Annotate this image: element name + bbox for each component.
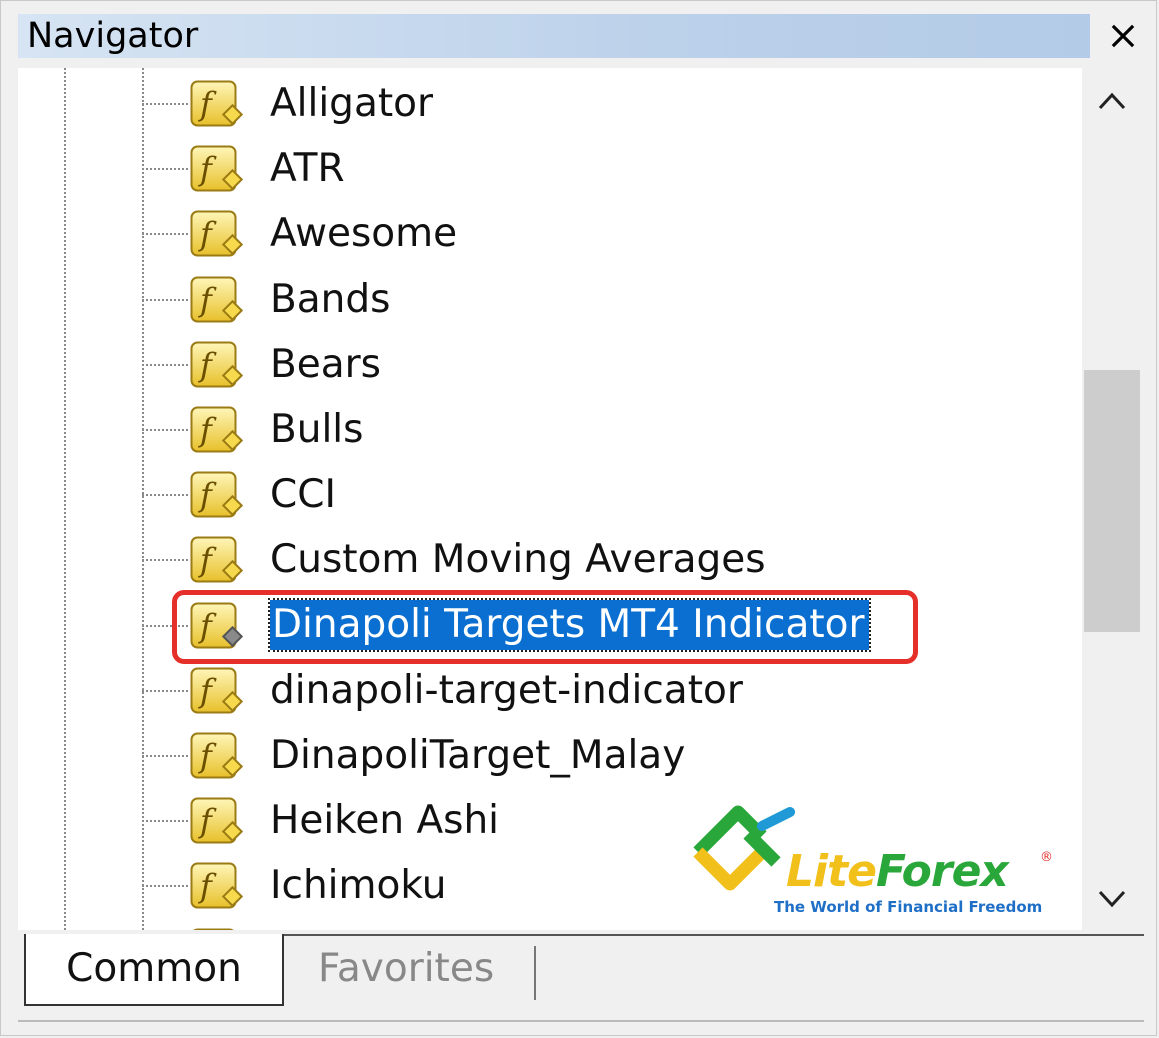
indicator-icon: f [190,145,246,193]
tree-item[interactable]: f CCI [18,462,1082,527]
liteforex-watermark: LiteForex ® The World of Financial Freed… [690,804,1053,916]
tab-common-label: Common [66,946,242,991]
chevron-down-icon [1098,890,1126,908]
tree-item-label: DinapoliTarget_Malay [270,733,686,778]
tree-item-label: Bulls [270,407,364,452]
tree-connector [142,820,188,823]
close-icon [1111,24,1135,48]
tree-connector [142,103,188,105]
custom-indicator-icon: f [190,797,244,844]
scroll-up-button[interactable] [1084,68,1144,138]
annotation-highlight-box [172,590,918,664]
custom-indicator-icon: f [190,536,244,583]
navigator-title-bar[interactable]: Navigator [18,14,1090,58]
tree-item-label: Alligator [270,81,434,126]
scroll-down-button[interactable] [1084,866,1144,930]
tree-connector [142,689,188,692]
tree-item[interactable]: f Awesome [18,201,1082,266]
tree-item-label: Awesome [270,211,458,257]
tree-item-label: Bands [270,276,391,322]
tree-item-label: Heiken Ashi [270,798,500,844]
tree-item[interactable]: f Bulls [18,397,1082,462]
custom-indicator-icon: f [190,406,244,453]
tree-item-label: dinapoli-target-indicator [270,667,743,713]
liteforex-tagline: The World of Financial Freedom [774,898,1043,916]
tree-item[interactable]: f ATR [18,136,1082,201]
tree-item-label: Ichimoku [270,863,447,909]
close-button[interactable] [1100,14,1146,58]
tree-item[interactable]: f Alligator [18,71,1082,136]
scroll-thumb[interactable] [1084,370,1140,632]
indicator-icon: f [190,732,246,780]
navigator-title: Navigator [27,16,199,56]
chevron-up-icon [1098,92,1126,110]
vertical-scrollbar[interactable] [1084,68,1144,930]
tab-separator [534,946,536,1000]
custom-indicator-icon: f [190,862,244,909]
indicator-icon: f [190,210,246,258]
tree-item[interactable]: f Bands [18,267,1082,332]
tree-connector [142,298,188,301]
tree-connector [142,429,188,431]
tree-item-label: Bears [270,341,382,387]
custom-indicator-icon: f [190,210,244,257]
indicator-icon: f [190,80,246,128]
indicator-icon: f [190,341,246,389]
custom-indicator-icon: f [190,667,244,714]
panel-bottom-border [18,1020,1144,1022]
tree-item[interactable]: f Custom Moving Averages [18,527,1082,592]
tree-item-label: Custom Moving Averages [270,537,766,583]
brand-part-forex: Forex [876,846,1009,897]
tree-connector [142,755,188,757]
tree-connector [142,885,188,888]
indicator-icon: f [190,471,246,519]
tree-item-label: ATR [270,146,345,192]
tab-favorites[interactable]: Favorites [318,934,494,1004]
tree-item-partial[interactable]: f [18,919,1082,930]
brand-part-lite: Lite [786,846,877,897]
tree-item-label: CCI [270,472,336,518]
indicator-icon: f [190,797,246,845]
tree-item[interactable]: f dinapoli-target-indicator [18,658,1082,723]
tree-connector [142,363,188,366]
tree-item[interactable]: f DinapoliTarget_Malay [18,723,1082,788]
tree-connector [142,233,188,236]
custom-indicator-icon: f [190,145,244,192]
indicator-icon: f [190,406,246,454]
tree-connector [142,494,188,497]
indicator-icon: f [190,276,246,324]
indicator-icon: f [190,862,246,910]
custom-indicator-icon: f [190,276,244,323]
liteforex-brand: LiteForex [786,850,1009,894]
tab-common[interactable]: Common [24,934,284,1006]
navigator-tab-bar: Common Favorites [18,930,1144,1020]
custom-indicator-icon: f [190,732,244,779]
indicator-icon: f [190,667,246,715]
tree-item[interactable]: f Bears [18,332,1082,397]
registered-mark: ® [1040,850,1053,865]
indicator-icon: f [190,536,246,584]
tree-connector [142,559,188,562]
custom-indicator-icon: f [190,471,244,518]
custom-indicator-icon: f [190,341,244,388]
tree-connector [142,168,188,171]
custom-indicator-icon: f [190,80,244,127]
indicator-tree[interactable]: f Alligator f ATR f Awesome f Bands f Bears f Bulls… [18,68,1082,930]
